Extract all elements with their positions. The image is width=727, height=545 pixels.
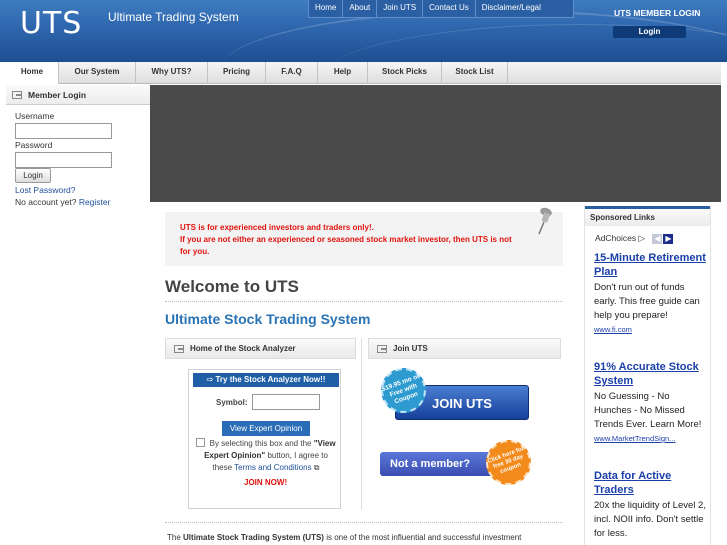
warning-line-2: If you are not either an experienced or … (180, 235, 512, 256)
ad-headline[interactable]: 91% Accurate Stock System (594, 360, 706, 388)
next-ad-icon[interactable]: ▶ (663, 234, 674, 244)
top-nav-disclaimer[interactable]: Disclaimer/Legal (476, 0, 547, 17)
sidebar-login-button[interactable]: Login (15, 168, 51, 183)
no-account-label: No account yet? (15, 197, 77, 207)
coupon-seal[interactable]: Click here for free 30 day coupon (479, 433, 538, 492)
password-input[interactable] (15, 152, 112, 168)
panel-icon (174, 344, 184, 353)
analyzer-header[interactable]: ⇨ Try the Stock Analyzer Now!! (193, 373, 339, 387)
login-icon (12, 90, 22, 99)
ad-item[interactable]: 91% Accurate Stock System No Guessing - … (594, 360, 706, 443)
intro-prefix: The (167, 533, 181, 542)
agree-checkbox[interactable] (196, 438, 206, 447)
site-header: UTS Ultimate Trading System Home About J… (0, 0, 727, 62)
ad-description: 20x the liquidity of Level 2, incl. NOII… (594, 500, 706, 539)
experience-warning: UTS is for experienced investors and tra… (165, 207, 563, 266)
banner-area (150, 85, 721, 202)
prev-ad-icon[interactable]: ◀ (652, 234, 663, 244)
ad-headline[interactable]: Data for Active Traders (594, 469, 706, 497)
ad-headline[interactable]: 15-Minute Retirement Plan (594, 251, 706, 279)
terms-agreement: By selecting this box and the "View Expe… (195, 438, 337, 474)
member-login-sidebar: Member Login Username Password Login Los… (6, 85, 150, 545)
member-login-title: UTS MEMBER LOGIN (614, 8, 701, 18)
warning-line-1: UTS is for experienced investors and tra… (180, 223, 374, 232)
sponsored-links: Sponsored Links AdChoices ▷ ◀ ▶ 15-Minute… (584, 206, 711, 545)
top-nav-join-uts[interactable]: Join UTS (377, 0, 424, 17)
password-label: Password (15, 140, 53, 150)
tab-stock-picks[interactable]: Stock Picks (368, 62, 442, 84)
ad-item[interactable]: Data for Active Traders 20x the liquidit… (594, 469, 706, 541)
divider (165, 301, 563, 302)
warning-text: UTS is for experienced investors and tra… (180, 222, 520, 258)
pushpin-icon (538, 207, 552, 235)
adchoices-icon: ▷ (638, 233, 646, 243)
sponsored-title: Sponsored Links (585, 206, 710, 226)
tab-pricing[interactable]: Pricing (208, 62, 266, 84)
panel-icon (377, 344, 387, 353)
username-label: Username (15, 111, 55, 121)
external-link-icon: ⧉ (313, 463, 320, 472)
tab-our-system[interactable]: Our System (59, 62, 136, 84)
join-now-link[interactable]: JOIN NOW! (244, 478, 287, 487)
top-nav-about[interactable]: About (343, 0, 378, 17)
sidebar-title: Member Login (28, 89, 87, 100)
intro-suffix: is one of the most influential and succe… (326, 533, 522, 542)
page-title: Welcome to UTS (165, 277, 299, 296)
symbol-label: Symbol: (216, 398, 248, 407)
panel-join-uts-title: Join UTS (393, 344, 428, 353)
tab-help[interactable]: Help (318, 62, 368, 84)
ad-url[interactable]: www.MarketTrendSign... (594, 434, 706, 443)
ad-description: Don't run out of funds early. This free … (594, 282, 700, 321)
sidebar-header: Member Login (6, 85, 150, 105)
stock-analyzer-box: ⇨ Try the Stock Analyzer Now!! Symbol: V… (188, 369, 341, 509)
panel-stock-analyzer-header: Home of the Stock Analyzer (165, 338, 356, 359)
intro-paragraph: The Ultimate Stock Trading System (UTS) … (167, 533, 521, 542)
agree-prefix: By selecting this box and the (209, 439, 312, 448)
adchoices-label: AdChoices (595, 233, 637, 243)
top-nav-contact-us[interactable]: Contact Us (423, 0, 476, 17)
lost-password-link[interactable]: Lost Password? (15, 185, 75, 195)
view-expert-opinion-button[interactable]: View Expert Opinion (222, 421, 310, 436)
panel-join-uts-header: Join UTS (368, 338, 561, 359)
ad-url[interactable]: www.fi.com (594, 325, 706, 334)
top-nav-home[interactable]: Home (309, 0, 344, 17)
tab-why-uts[interactable]: Why UTS? (136, 62, 208, 84)
ad-item[interactable]: 15-Minute Retirement Plan Don't run out … (594, 251, 706, 334)
top-nav: Home About Join UTS Contact Us Disclaime… (308, 0, 574, 18)
terms-link[interactable]: Terms and Conditions (234, 463, 311, 472)
site-tagline: Ultimate Trading System (108, 10, 239, 24)
intro-bold: Ultimate Stock Trading System (UTS) (183, 533, 324, 542)
tab-home[interactable]: Home (6, 62, 59, 84)
symbol-input[interactable] (252, 394, 320, 410)
header-login-button[interactable]: Login (613, 26, 686, 38)
adchoices[interactable]: AdChoices ▷ ◀ ▶ (595, 233, 674, 244)
register-link[interactable]: Register (79, 197, 111, 207)
site-logo[interactable]: UTS (20, 6, 82, 41)
tab-stock-list[interactable]: Stock List (442, 62, 508, 84)
analyzer-header-label: Try the Stock Analyzer Now!! (215, 375, 326, 384)
panel-divider (361, 338, 362, 510)
main-nav: Home Our System Why UTS? Pricing F.A.Q H… (6, 62, 721, 84)
page-subtitle: Ultimate Stock Trading System (165, 311, 371, 327)
tab-faq[interactable]: F.A.Q (266, 62, 318, 84)
divider (165, 522, 563, 523)
username-input[interactable] (15, 123, 112, 139)
ad-description: No Guessing - No Hunches - No Missed Tre… (594, 391, 702, 430)
no-account-text: No account yet? Register (15, 197, 110, 207)
panel-stock-analyzer-title: Home of the Stock Analyzer (190, 344, 296, 353)
